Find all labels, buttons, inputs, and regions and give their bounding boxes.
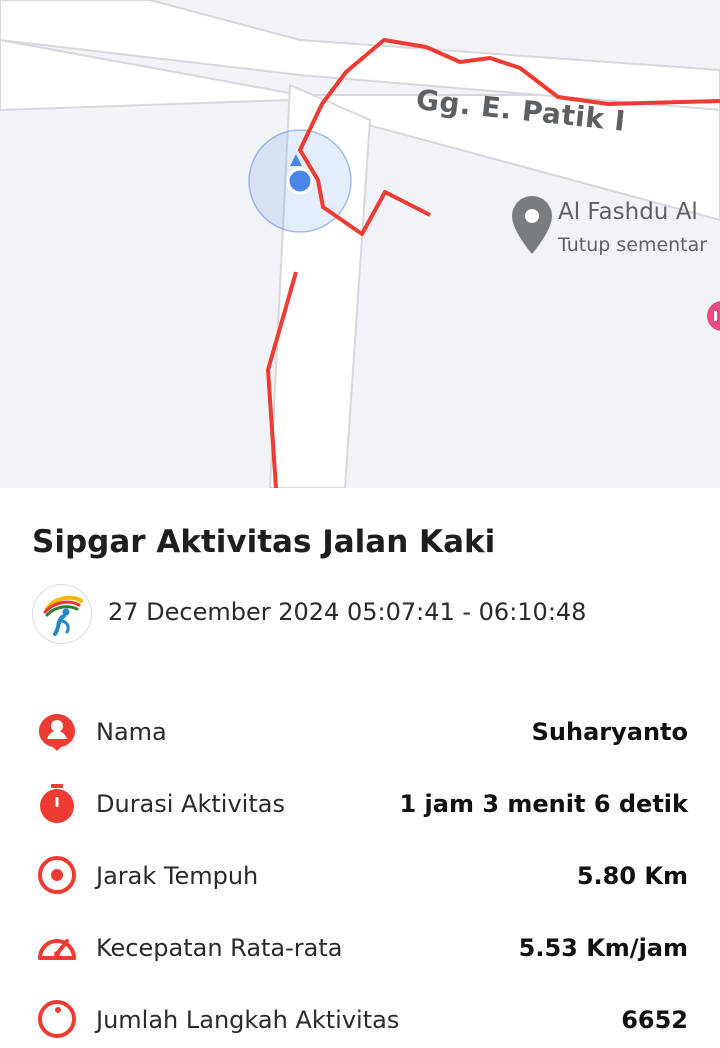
activity-title: Sipgar Aktivitas Jalan Kaki (32, 524, 496, 560)
row-jarak: Jarak Tempuh 5.80 Km (0, 848, 720, 904)
row-value: 1 jam 3 menit 6 detik (399, 790, 689, 818)
row-value: 5.53 Km/jam (518, 934, 688, 962)
target-icon (38, 856, 76, 894)
activity-panel: Sipgar Aktivitas Jalan Kaki 27 December … (0, 488, 720, 1038)
current-location-icon (286, 167, 314, 195)
map-view[interactable]: Gg. E. Patik I Al Fashdu Al Tutup sement… (0, 0, 720, 488)
row-value: Suharyanto (531, 718, 688, 746)
row-label: Nama (96, 718, 167, 746)
row-value: 5.80 Km (576, 862, 688, 890)
row-langkah: Jumlah Langkah Aktivitas 6652 (0, 992, 720, 1048)
poi-marker-icon[interactable] (707, 301, 720, 331)
row-label: Kecepatan Rata-rata (96, 934, 343, 962)
row-durasi: Durasi Aktivitas 1 jam 3 menit 6 detik (0, 776, 720, 832)
row-label: Jumlah Langkah Aktivitas (96, 1006, 400, 1034)
row-value: 6652 (621, 1006, 688, 1034)
row-nama: Nama Suharyanto (0, 704, 720, 760)
steps-icon (38, 1000, 76, 1038)
row-kecepatan: Kecepatan Rata-rata 5.53 Km/jam (0, 920, 720, 976)
row-label: Jarak Tempuh (96, 862, 259, 890)
app-logo (32, 584, 92, 644)
poi-name[interactable]: Al Fashdu Al (558, 199, 698, 225)
map-pin-icon[interactable] (512, 196, 552, 254)
speedometer-icon (38, 939, 76, 960)
row-label: Durasi Aktivitas (96, 790, 285, 818)
user-pin-icon (39, 714, 75, 751)
activity-datetime: 27 December 2024 05:07:41 - 06:10:48 (108, 598, 587, 626)
poi-status: Tutup sementar (558, 234, 708, 256)
stopwatch-icon (40, 784, 74, 823)
